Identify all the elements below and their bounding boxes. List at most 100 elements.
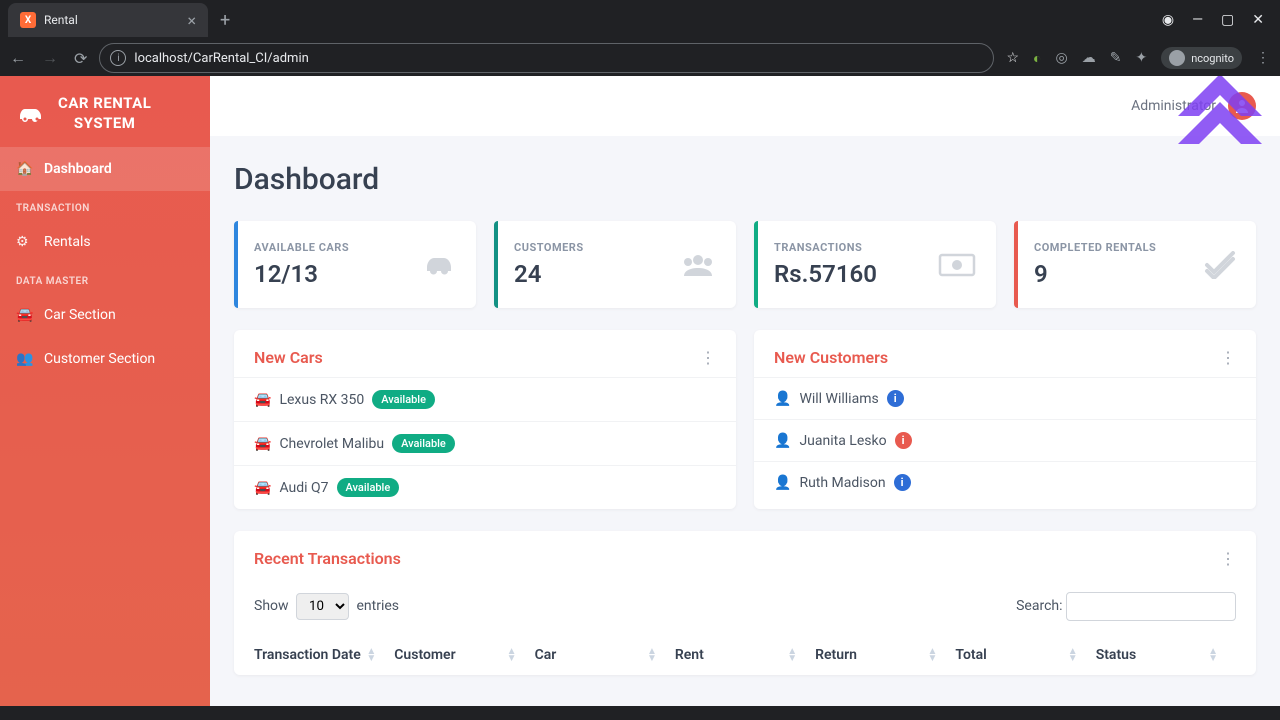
browser-menu-icon[interactable]: ⋮	[1256, 50, 1270, 66]
car-icon	[422, 252, 456, 278]
col-car[interactable]: Car▲▼	[535, 647, 675, 663]
tab-bar: X Rental × + ◉ — ▢ ✕	[0, 0, 1280, 40]
app-viewport: CAR RENTAL SYSTEM 🏠 Dashboard TRANSACTIO…	[0, 76, 1280, 706]
col-transaction-date[interactable]: Transaction Date▲▼	[254, 647, 394, 663]
recent-transactions-panel: Recent Transactions ⋮ Show 10 entries Se…	[234, 531, 1256, 675]
list-item[interactable]: 🚘 Chevrolet Malibu Available	[234, 421, 736, 465]
sort-icon: ▲▼	[507, 648, 517, 662]
users-icon: 👥	[16, 351, 32, 367]
sort-icon: ▲▼	[928, 648, 938, 662]
reload-icon[interactable]: ⟳	[74, 49, 87, 68]
panel-title: New Customers	[774, 348, 888, 367]
panel-menu-icon[interactable]: ⋮	[700, 348, 716, 367]
col-customer[interactable]: Customer▲▼	[394, 647, 534, 663]
car-logo-icon	[14, 102, 48, 126]
forward-icon[interactable]: →	[42, 48, 58, 68]
ext-icon-3[interactable]: ☁	[1082, 50, 1096, 66]
car-icon: 🚘	[254, 392, 271, 408]
nav-label: Dashboard	[44, 161, 112, 177]
incognito-badge[interactable]: ncognito	[1161, 47, 1242, 69]
info-icon[interactable]: i	[895, 432, 912, 449]
tab-title: Rental	[44, 13, 179, 27]
nav-label: Rentals	[44, 234, 91, 250]
browser-tab[interactable]: X Rental ×	[8, 3, 208, 37]
home-icon: 🏠	[16, 161, 32, 177]
user-name: Administrator	[1131, 98, 1216, 114]
panel-menu-icon[interactable]: ⋮	[1220, 348, 1236, 367]
person-icon: 👤	[774, 433, 791, 449]
nav-label: Car Section	[44, 307, 116, 323]
person-icon: 👤	[774, 475, 791, 491]
sidebar: CAR RENTAL SYSTEM 🏠 Dashboard TRANSACTIO…	[0, 76, 210, 706]
stat-customers[interactable]: CUSTOMERS 24	[494, 221, 736, 308]
available-badge: Available	[372, 390, 435, 409]
url-field[interactable]: i localhost/CarRental_CI/admin	[99, 43, 994, 73]
address-bar: ← → ⟳ i localhost/CarRental_CI/admin ☆ ◐…	[0, 40, 1280, 76]
person-icon: 👤	[774, 391, 791, 407]
sort-icon: ▲▼	[1208, 648, 1218, 662]
maximize-icon[interactable]: ▢	[1221, 12, 1234, 28]
list-item[interactable]: 🚘 Audi Q7 Available	[234, 465, 736, 509]
money-icon	[938, 253, 976, 277]
col-total[interactable]: Total▲▼	[955, 647, 1095, 663]
minimize-icon[interactable]: —	[1192, 12, 1203, 28]
info-icon[interactable]: i	[887, 390, 904, 407]
user-avatar[interactable]	[1228, 92, 1256, 120]
car-icon: 🚘	[254, 436, 271, 452]
datatable-controls: Show 10 entries Search:	[234, 578, 1256, 635]
stat-completed-rentals[interactable]: COMPLETED RENTALS 9	[1014, 221, 1256, 308]
tab-close-icon[interactable]: ×	[187, 11, 196, 30]
users-icon	[680, 252, 716, 278]
nav-rentals[interactable]: ⚙ Rentals	[0, 220, 210, 264]
panel-menu-icon[interactable]: ⋮	[1220, 549, 1236, 568]
ext-icon-4[interactable]: ✎	[1110, 50, 1122, 66]
nav-section-transaction: TRANSACTION	[0, 191, 210, 220]
site-info-icon[interactable]: i	[110, 50, 126, 66]
nav-customer-section[interactable]: 👥 Customer Section	[0, 337, 210, 381]
url-text: localhost/CarRental_CI/admin	[134, 51, 308, 66]
sort-icon: ▲▼	[366, 648, 376, 662]
panel-title: New Cars	[254, 348, 323, 367]
record-icon[interactable]: ◉	[1162, 12, 1174, 28]
search-input[interactable]	[1066, 592, 1236, 621]
info-icon[interactable]: i	[894, 474, 911, 491]
list-item[interactable]: 🚘 Lexus RX 350 Available	[234, 377, 736, 421]
stat-transactions[interactable]: TRANSACTIONS Rs.57160	[754, 221, 996, 308]
new-tab-button[interactable]: +	[220, 10, 230, 31]
new-customers-panel: New Customers ⋮ 👤 Will Williams i 👤 Juan…	[754, 330, 1256, 509]
close-window-icon[interactable]: ✕	[1252, 12, 1264, 28]
nav-label: Customer Section	[44, 351, 155, 367]
tab-favicon: X	[20, 12, 36, 28]
nav-dashboard[interactable]: 🏠 Dashboard	[0, 147, 210, 191]
ext-icon-1[interactable]: ◐	[1033, 50, 1041, 67]
extensions-icon[interactable]: ✦	[1135, 50, 1147, 66]
window-controls: ◉ — ▢ ✕	[1162, 12, 1272, 28]
page-size-select[interactable]: 10	[296, 593, 349, 620]
sort-icon: ▲▼	[647, 648, 657, 662]
browser-chrome: X Rental × + ◉ — ▢ ✕ ← → ⟳ i localhost/C…	[0, 0, 1280, 76]
check-icon	[1204, 251, 1236, 279]
nav-section-datamaster: DATA MASTER	[0, 264, 210, 293]
list-item[interactable]: 👤 Will Williams i	[754, 377, 1256, 419]
col-return[interactable]: Return▲▼	[815, 647, 955, 663]
nav-car-section[interactable]: 🚘 Car Section	[0, 293, 210, 337]
main-content: Administrator Dashboard AVAILABLE CARS 1…	[210, 76, 1280, 706]
car-icon: 🚘	[254, 480, 271, 496]
page-title: Dashboard	[234, 162, 1256, 197]
stat-cards: AVAILABLE CARS 12/13 CUSTOMERS 24	[234, 221, 1256, 308]
stat-available-cars[interactable]: AVAILABLE CARS 12/13	[234, 221, 476, 308]
topbar: Administrator	[210, 76, 1280, 136]
car-icon: 🚘	[16, 307, 32, 323]
col-status[interactable]: Status▲▼	[1096, 647, 1236, 663]
incognito-icon	[1169, 50, 1185, 66]
ext-icon-2[interactable]: ◎	[1056, 50, 1068, 66]
col-rent[interactable]: Rent▲▼	[675, 647, 815, 663]
gear-icon: ⚙	[16, 234, 32, 250]
back-icon[interactable]: ←	[10, 48, 26, 68]
brand: CAR RENTAL SYSTEM	[0, 80, 210, 147]
list-item[interactable]: 👤 Ruth Madison i	[754, 461, 1256, 503]
list-item[interactable]: 👤 Juanita Lesko i	[754, 419, 1256, 461]
new-cars-panel: New Cars ⋮ 🚘 Lexus RX 350 Available 🚘 Ch…	[234, 330, 736, 509]
person-icon	[1234, 98, 1250, 114]
bookmark-icon[interactable]: ☆	[1006, 50, 1019, 66]
